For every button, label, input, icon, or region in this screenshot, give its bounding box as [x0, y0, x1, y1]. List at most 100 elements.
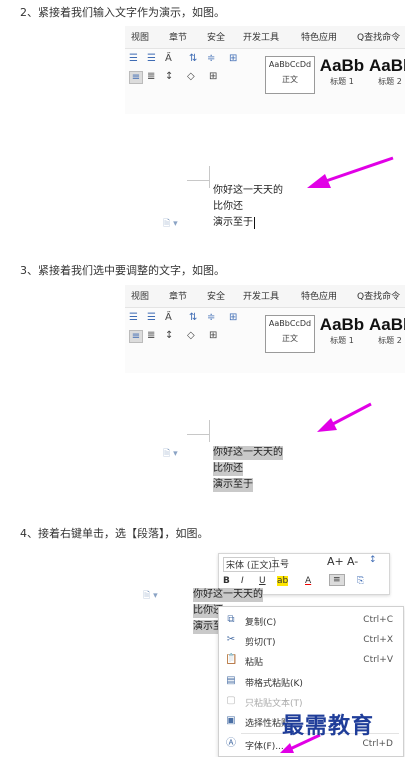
step-caption: 2、紧接着我们输入文字作为演示，如图。 [20, 6, 225, 19]
paragraph-layout-icon[interactable]: 🗎 ▾ [163, 446, 178, 462]
line-spacing-icon[interactable]: ↕ [165, 71, 173, 82]
document-area: 你好这一天天的 比你还 演示至于 🗎 ▾ [125, 400, 405, 500]
tab-features[interactable]: 特色应用 [301, 289, 337, 302]
table-icon[interactable]: ⊞ [229, 312, 237, 323]
menu-item-cut[interactable]: ✂ 剪切(T) Ctrl+X [219, 631, 403, 651]
tab-section[interactable]: 章节 [169, 30, 187, 43]
distribute-icon[interactable]: ≣ [147, 330, 155, 341]
font-size-icon[interactable]: A̋ [165, 53, 172, 64]
style-preview: AaBb [369, 315, 405, 334]
menu-item-paste[interactable]: 📋 粘贴 Ctrl+V [219, 651, 403, 671]
search-command[interactable]: Q查找命令 [357, 30, 400, 43]
tab-view[interactable]: 视图 [131, 30, 149, 43]
increase-indent-icon[interactable]: ☰ [147, 312, 156, 323]
page-margin-mark [187, 180, 209, 181]
menu-item-shortcut: Ctrl+D [362, 739, 394, 749]
style-heading-1[interactable]: AaBb 标题 1 [317, 56, 367, 92]
paste-special-icon: ▣ [226, 715, 236, 726]
menu-item-copy[interactable]: ⧉ 复制(C) Ctrl+C [219, 611, 403, 631]
ribbon: 视图 章节 安全 开发工具 特色应用 Q查找命令 ☰ ☰ A̋ ⇅ ≑ ⊞ ≡ … [125, 26, 405, 114]
copy-icon: ⧉ [227, 614, 235, 625]
line-spacing-icon[interactable]: ↕ [369, 555, 377, 565]
table-icon[interactable]: ⊞ [229, 53, 237, 64]
style-preview: AaBb [319, 56, 365, 75]
decrease-indent-icon[interactable]: ☰ [129, 53, 138, 64]
style-preview: AaBb [369, 56, 405, 75]
step-caption: 4、接着右键单击，选【段落】，如图。 [20, 527, 209, 540]
style-heading-2[interactable]: AaBb 标题 2 [369, 315, 405, 351]
align-button[interactable]: ≡ [329, 574, 345, 586]
shrink-font-icon[interactable]: A- [347, 555, 358, 568]
menu-item-label: 粘贴 [245, 658, 264, 668]
decrease-indent-icon[interactable]: ☰ [129, 312, 138, 323]
arrow-annotation [317, 402, 372, 432]
font-size-select[interactable]: 五号 [271, 557, 289, 570]
paragraph-layout-icon[interactable]: 🗎 ▾ [163, 216, 178, 232]
tab-view[interactable]: 视图 [131, 289, 149, 302]
tab-developer[interactable]: 开发工具 [243, 30, 279, 43]
menu-item-label: 带格式粘贴(K) [245, 679, 303, 689]
format-painter-icon[interactable]: ⎘ [357, 576, 364, 586]
highlight-button[interactable]: ab [277, 576, 289, 586]
text-line[interactable]: 你好这一天天的 [213, 184, 283, 198]
paragraph-layout-icon[interactable]: 🗎 ▾ [143, 588, 158, 604]
tab-features[interactable]: 特色应用 [301, 30, 337, 43]
step-caption: 3、紧接着我们选中要调整的文字，如图。 [20, 264, 225, 277]
style-name: 正文 [282, 334, 298, 343]
shading-icon[interactable]: ◇ [187, 330, 195, 341]
tab-security[interactable]: 安全 [207, 30, 225, 43]
style-preview: AaBbCcDd [268, 60, 312, 69]
line-spacing-icon[interactable]: ↕ [165, 330, 173, 341]
menu-item-shortcut: Ctrl+C [363, 615, 393, 625]
style-normal[interactable]: AaBbCcDd 正文 [265, 56, 315, 94]
page-margin-mark [209, 420, 210, 442]
border-icon[interactable]: ⊞ [209, 71, 217, 82]
font-icon: Ⓐ [226, 738, 236, 749]
shading-icon[interactable]: ◇ [187, 71, 195, 82]
asian-layout-icon[interactable]: ≑ [207, 312, 215, 323]
selected-text-line[interactable]: 演示至于 [213, 478, 253, 492]
menu-item-shortcut: Ctrl+X [363, 635, 393, 645]
align-left-icon[interactable]: ≡ [129, 71, 143, 84]
asian-layout-icon[interactable]: ≑ [207, 53, 215, 64]
increase-indent-icon[interactable]: ☰ [147, 53, 156, 64]
document-area: 你好这一天天的 比你还 演示至于 🗎 ▾ [125, 150, 405, 246]
bold-button[interactable]: B [223, 576, 230, 586]
arrow-annotation [307, 156, 394, 188]
page-margin-mark [187, 434, 209, 435]
ribbon-screenshot: 视图 章节 安全 开发工具 特色应用 Q查找命令 ☰ ☰ A̋ ⇅ ≑ ⊞ ≡ … [125, 285, 405, 373]
menu-item-paste-keep-format[interactable]: ▤ 带格式粘贴(K) [219, 672, 403, 692]
style-heading-2[interactable]: AaBb 标题 2 [369, 56, 405, 92]
selected-text-line[interactable]: 比你还 [213, 462, 243, 476]
font-color-button[interactable]: A [305, 576, 311, 586]
tab-developer[interactable]: 开发工具 [243, 289, 279, 302]
grow-font-icon[interactable]: A+ [327, 555, 344, 568]
tab-security[interactable]: 安全 [207, 289, 225, 302]
ribbon-tabs: 视图 章节 安全 开发工具 特色应用 Q查找命令 [125, 26, 405, 48]
menu-item-label: 复制(C) [245, 618, 277, 628]
selected-text-line[interactable]: 你好这一天天的 [213, 446, 283, 460]
distribute-icon[interactable]: ≣ [147, 71, 155, 82]
style-heading-1[interactable]: AaBb 标题 1 [317, 315, 367, 351]
align-left-icon[interactable]: ≡ [129, 330, 143, 343]
sort-icon[interactable]: ⇅ [189, 312, 197, 323]
font-name-select[interactable]: 宋体 (正文) [223, 557, 275, 572]
style-preview: AaBb [319, 315, 365, 334]
text-line[interactable]: 演示至于 [213, 216, 253, 230]
sort-icon[interactable]: ⇅ [189, 53, 197, 64]
page-margin-mark [209, 166, 210, 188]
font-size-icon[interactable]: A̋ [165, 312, 172, 323]
text-caret [254, 217, 255, 229]
search-command-label: 查找命令 [364, 33, 401, 43]
selected-text-line[interactable]: 你好这一天天的 [193, 588, 263, 602]
ribbon-tabs: 视图 章节 安全 开发工具 特色应用 Q查找命令 [125, 285, 405, 307]
text-line[interactable]: 比你还 [213, 200, 243, 214]
style-normal[interactable]: AaBbCcDd 正文 [265, 315, 315, 353]
paste-icon: 📋 [225, 654, 238, 665]
italic-button[interactable]: I [241, 576, 244, 586]
search-command[interactable]: Q查找命令 [357, 289, 400, 302]
border-icon[interactable]: ⊞ [209, 330, 217, 341]
menu-item-label: 剪切(T) [245, 638, 276, 648]
underline-button[interactable]: U [259, 576, 266, 586]
tab-section[interactable]: 章节 [169, 289, 187, 302]
